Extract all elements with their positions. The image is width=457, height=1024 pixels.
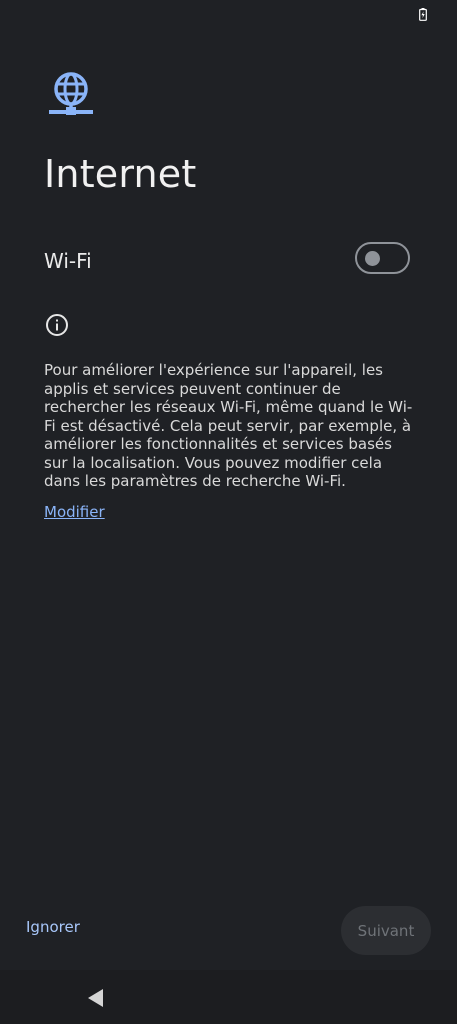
- globe-network-icon: [49, 72, 93, 115]
- setup-screen: Internet Wi-Fi Pour améliorer l'expérien…: [0, 0, 457, 1024]
- wifi-toggle-thumb: [365, 251, 380, 266]
- wifi-label: Wi-Fi: [44, 249, 92, 273]
- info-icon: [46, 314, 68, 336]
- modify-link[interactable]: Modifier: [44, 503, 105, 521]
- status-bar: [0, 0, 457, 30]
- wifi-toggle[interactable]: [355, 242, 410, 274]
- battery-charging-icon: [419, 8, 427, 21]
- back-triangle-icon[interactable]: [85, 987, 107, 1009]
- wifi-scanning-info-text: Pour améliorer l'expérience sur l'appare…: [44, 361, 413, 490]
- navigation-bar: [0, 970, 457, 1024]
- page-title: Internet: [44, 152, 197, 196]
- wifi-row[interactable]: Wi-Fi: [0, 232, 457, 288]
- next-button[interactable]: Suivant: [341, 906, 431, 955]
- skip-button[interactable]: Ignorer: [26, 918, 80, 936]
